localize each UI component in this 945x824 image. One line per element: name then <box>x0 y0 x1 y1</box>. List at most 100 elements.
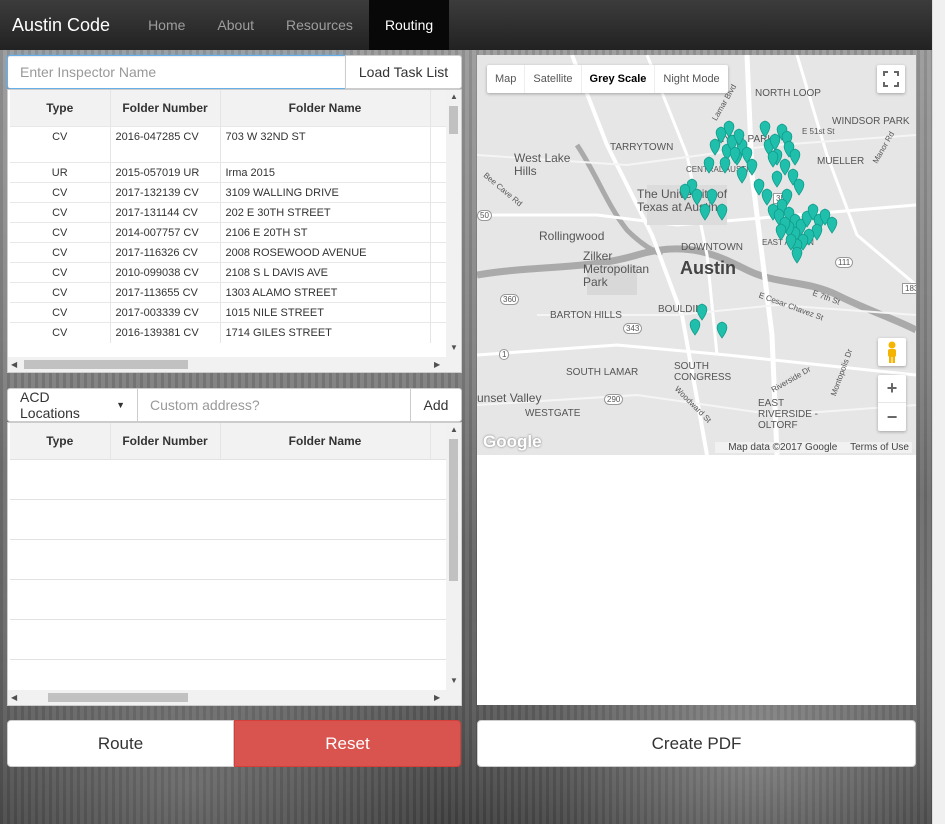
cell-type: CV <box>10 262 111 283</box>
cell-type: CV <box>10 242 111 263</box>
cell-folder-number: 2017-131144 CV <box>110 202 221 223</box>
cell-folder-name: 1015 NILE STREET <box>220 302 431 323</box>
route-button[interactable]: Route <box>7 720 234 767</box>
brand-title[interactable]: Austin Code <box>0 0 122 50</box>
cell-folder-name: 1714 GILES STREET <box>220 322 431 343</box>
route-table-panel: Type Folder Number Folder Name ▲ ▼ ◀ ▶ <box>7 422 462 706</box>
map-marker-icon[interactable] <box>706 188 718 206</box>
cell-folder-name: 2008 ROSEWOOD AVENUE <box>220 242 431 263</box>
route-table-hscroll[interactable]: ◀ ▶ <box>8 690 461 705</box>
empty-cell <box>10 618 110 659</box>
load-task-list-button[interactable]: Load Task List <box>345 55 462 89</box>
table-row[interactable]: CV 2010-099038 CV 2108 S L DAVIS AVE <box>10 262 450 283</box>
col-folder-name[interactable]: Folder Name <box>220 90 431 126</box>
table-row[interactable]: CV 2017-131144 CV 202 E 30TH STREET <box>10 202 450 223</box>
map-marker-icon[interactable] <box>696 303 708 321</box>
nav-resources[interactable]: Resources <box>270 0 369 50</box>
map-marker-icon[interactable] <box>689 318 701 336</box>
create-pdf-button[interactable]: Create PDF <box>477 720 916 767</box>
terms-of-use-link[interactable]: Terms of Use <box>850 442 909 453</box>
empty-cell <box>10 578 110 619</box>
google-map[interactable]: NORTH LOOP HYDE PARK WINDSOR PARK TARRYT… <box>477 55 916 455</box>
cell-folder-name: 3109 WALLING DRIVE <box>220 182 431 203</box>
cell-type: CV <box>10 302 111 323</box>
fullscreen-icon[interactable] <box>877 65 905 93</box>
table-row[interactable]: CV 2017-003339 CV 1015 NILE STREET <box>10 302 450 323</box>
zoom-out-icon[interactable]: − <box>878 403 906 431</box>
cell-type: CV <box>10 322 111 343</box>
map-marker-icon[interactable] <box>736 166 748 184</box>
cell-type: CV <box>10 222 111 243</box>
col-folder-number[interactable]: Folder Number <box>110 423 221 459</box>
nav-routing[interactable]: Routing <box>368 0 450 50</box>
empty-cell <box>110 458 220 499</box>
table-row[interactable]: CV 2016-139381 CV 1714 GILES STREET <box>10 322 450 343</box>
empty-cell <box>220 618 430 659</box>
cell-type: CV <box>10 202 111 223</box>
col-type[interactable]: Type <box>10 423 111 459</box>
add-address-button[interactable]: Add <box>410 388 462 422</box>
map-marker-icon[interactable] <box>746 158 758 176</box>
map-marker-icon[interactable] <box>771 170 783 188</box>
top-navbar: Austin Code Home About Resources Routing <box>0 0 932 50</box>
acd-locations-dropdown[interactable]: ACD Locations ▼ <box>7 388 138 422</box>
acd-locations-label: ACD Locations <box>20 389 80 421</box>
map-type-grey-scale[interactable]: Grey Scale <box>582 65 656 93</box>
empty-cell <box>110 618 220 659</box>
map-marker-icon[interactable] <box>789 148 801 166</box>
map-marker-icon[interactable] <box>716 203 728 221</box>
street-view-pegman-icon[interactable] <box>878 338 906 366</box>
inspector-name-input[interactable]: Enter Inspector Name <box>7 55 346 89</box>
map-marker-icon[interactable] <box>703 156 715 174</box>
page-scrollbar[interactable] <box>932 0 945 824</box>
route-table: Type Folder Number Folder Name <box>10 423 450 699</box>
table-row[interactable] <box>10 618 450 659</box>
map-type-satellite[interactable]: Satellite <box>525 65 582 93</box>
map-type-map[interactable]: Map <box>487 65 526 93</box>
table-row[interactable]: CV 2017-116326 CV 2008 ROSEWOOD AVENUE <box>10 242 450 263</box>
map-type-control: Map Satellite Grey Scale Night Mode <box>487 65 728 93</box>
reset-button[interactable]: Reset <box>234 720 461 767</box>
task-table-hscroll[interactable]: ◀ ▶ <box>8 357 461 372</box>
table-row[interactable]: UR 2015-057019 UR Irma 2015 <box>10 162 450 183</box>
map-marker-icon[interactable] <box>826 216 838 234</box>
custom-address-input[interactable]: Custom address? <box>137 388 411 422</box>
map-marker-icon[interactable] <box>775 223 787 241</box>
empty-cell <box>220 578 430 619</box>
cell-folder-name: 1303 ALAMO STREET <box>220 282 431 303</box>
table-row[interactable] <box>10 498 450 539</box>
map-marker-icon[interactable] <box>679 183 691 201</box>
nav-about[interactable]: About <box>201 0 270 50</box>
map-marker-icon[interactable] <box>759 120 771 138</box>
table-row[interactable] <box>10 458 450 499</box>
nav-home[interactable]: Home <box>132 0 201 50</box>
col-type[interactable]: Type <box>10 90 111 126</box>
cell-folder-number: 2015-057019 UR <box>110 162 221 183</box>
map-type-night-mode[interactable]: Night Mode <box>655 65 727 93</box>
task-table-vscroll[interactable]: ▲ ▼ <box>446 90 461 357</box>
map-marker-icon[interactable] <box>761 188 773 206</box>
cell-type: CV <box>10 182 111 203</box>
table-row[interactable]: CV 2017-113655 CV 1303 ALAMO STREET <box>10 282 450 303</box>
route-table-vscroll[interactable]: ▲ ▼ <box>446 423 461 690</box>
map-marker-icon[interactable] <box>719 156 731 174</box>
zoom-in-icon[interactable]: + <box>878 375 906 403</box>
map-marker-icon[interactable] <box>793 178 805 196</box>
table-row[interactable] <box>10 538 450 579</box>
table-row[interactable]: CV 2016-047285 CV 703 W 32ND ST <box>10 126 450 163</box>
map-data-credit: Map data ©2017 Google <box>728 442 838 453</box>
map-marker-icon[interactable] <box>699 203 711 221</box>
table-row[interactable]: CV 2014-007757 CV 2106 E 20TH ST <box>10 222 450 243</box>
map-marker-icon[interactable] <box>716 321 728 339</box>
caret-down-icon: ▼ <box>116 400 125 410</box>
task-table-panel: Type Folder Number Folder Name CV 2016-04… <box>7 89 462 373</box>
col-folder-number[interactable]: Folder Number <box>110 90 221 126</box>
map-marker-icon[interactable] <box>709 138 721 156</box>
map-marker-icon[interactable] <box>791 246 803 264</box>
empty-cell <box>10 538 110 579</box>
table-row[interactable]: CV 2017-132139 CV 3109 WALLING DRIVE <box>10 182 450 203</box>
map-marker-icon[interactable] <box>691 188 703 206</box>
table-row[interactable] <box>10 578 450 619</box>
cell-folder-number: 2016-139381 CV <box>110 322 221 343</box>
col-folder-name[interactable]: Folder Name <box>220 423 431 459</box>
